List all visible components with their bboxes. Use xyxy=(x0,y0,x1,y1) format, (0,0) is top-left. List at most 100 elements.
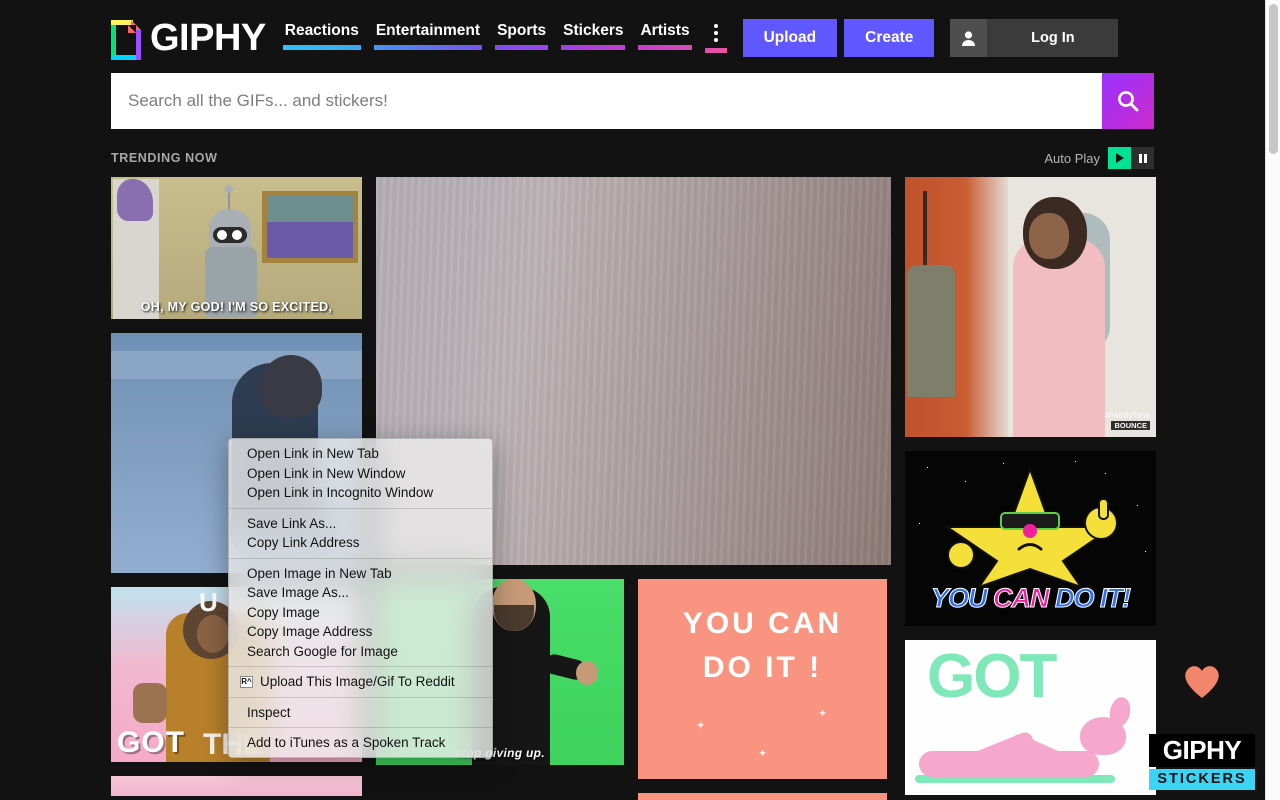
gif-watermark: #FamilyTime BOUNCE xyxy=(1105,411,1150,431)
nav-item-reactions[interactable]: Reactions xyxy=(282,22,361,50)
context-menu-item-open-link-new-window[interactable]: Open Link in New Window xyxy=(229,464,492,484)
menu-separator xyxy=(229,727,492,728)
star-text-can: CAN xyxy=(993,583,1050,614)
giphy-logo[interactable]: GIPHY xyxy=(111,16,266,60)
menu-item-label: Add to iTunes as a Spoken Track xyxy=(247,735,446,750)
menu-item-label: Save Link As... xyxy=(247,515,337,531)
sticker-sidebar: GIPHY STICKERS xyxy=(1147,660,1257,790)
nav-item-entertainment[interactable]: Entertainment xyxy=(373,22,483,50)
autoplay-buttons xyxy=(1108,147,1154,169)
context-menu-item-open-link-incognito[interactable]: Open Link in Incognito Window xyxy=(229,483,492,503)
login-button[interactable]: Log In xyxy=(987,19,1119,57)
nav-underline xyxy=(704,48,727,53)
nav-label: Entertainment xyxy=(375,22,481,39)
nav-underline xyxy=(282,44,361,50)
trending-title: TRENDING NOW xyxy=(111,151,218,165)
autoplay-pause-button[interactable] xyxy=(1131,147,1154,169)
star-text-doit: DO IT! xyxy=(1048,583,1132,614)
autoplay-play-button[interactable] xyxy=(1108,147,1131,169)
nav-underline xyxy=(638,44,692,50)
giphy-logo-icon xyxy=(111,16,141,60)
context-menu-item-save-image-as[interactable]: Save Image As... xyxy=(229,583,492,603)
context-menu-item-inspect[interactable]: Inspect xyxy=(229,703,492,723)
menu-separator xyxy=(229,507,492,509)
page-scrollbar[interactable] xyxy=(1265,0,1280,800)
menu-item-label: Open Link in New Window xyxy=(247,465,406,481)
nav-label: Stickers xyxy=(563,22,624,39)
menu-item-label: Open Link in Incognito Window xyxy=(247,485,434,500)
gif-tile-star-you-can-do-it[interactable]: YOU CAN DO IT! xyxy=(905,451,1156,626)
menu-item-label: Open Link in New Tab xyxy=(247,446,379,461)
badge-stickers-label: STICKERS xyxy=(1149,768,1255,790)
trending-bar: TRENDING NOW Auto Play xyxy=(111,129,1154,175)
nav-underline xyxy=(373,44,483,50)
tile-text-line2: DO IT ! xyxy=(702,651,823,684)
context-menu-item-search-google-for-image[interactable]: Search Google for Image xyxy=(229,642,492,662)
watermark-network: BOUNCE xyxy=(1111,421,1150,431)
create-button[interactable]: Create xyxy=(844,19,935,57)
context-menu[interactable]: Open Link in New Tab Open Link in New Wi… xyxy=(228,438,493,758)
context-menu-item-open-link-new-tab[interactable]: Open Link in New Tab xyxy=(229,444,492,464)
page-content: GIPHY Reactions Entertainment Sports Sti… xyxy=(0,0,1265,800)
nav-label: Sports xyxy=(497,22,547,39)
pause-icon xyxy=(1138,153,1142,163)
giphy-page: GIPHY Reactions Entertainment Sports Sti… xyxy=(0,0,1280,800)
site-header: GIPHY Reactions Entertainment Sports Sti… xyxy=(111,0,1154,72)
nav-item-stickers[interactable]: Stickers xyxy=(561,22,626,50)
tile-text-star: YOU CAN DO IT! xyxy=(905,583,1156,614)
context-menu-item-copy-image-address[interactable]: Copy Image Address xyxy=(229,622,492,642)
grid-column-3: #FamilyTime BOUNCE YOU CAN DO IT! GOT xyxy=(905,177,1156,800)
scrollbar-thumb[interactable] xyxy=(1269,4,1278,154)
tile-text-got: GOT xyxy=(927,642,1057,711)
autoplay-label: Auto Play xyxy=(1044,150,1100,166)
search-button[interactable] xyxy=(1102,73,1154,129)
menu-item-label: Inspect xyxy=(247,704,291,720)
reddit-icon: R^ xyxy=(240,675,253,688)
menu-item-label: Copy Image Address xyxy=(247,624,373,639)
gif-tile-family-time[interactable]: #FamilyTime BOUNCE xyxy=(905,177,1156,437)
badge-giphy-label: GIPHY xyxy=(1149,734,1255,767)
gif-tile-futurama[interactable]: OH, MY GOD! I'M SO EXCITED, xyxy=(111,177,362,319)
context-menu-item-copy-image[interactable]: Copy Image xyxy=(229,603,492,623)
context-menu-item-open-image-new-tab[interactable]: Open Image in New Tab xyxy=(229,564,492,584)
menu-item-label: Copy Image xyxy=(247,604,320,620)
gif-tile-pink-panther-got[interactable]: GOT xyxy=(905,640,1156,795)
login-group[interactable]: Log In xyxy=(950,19,1119,57)
search-input[interactable] xyxy=(111,73,1102,129)
nav-item-artists[interactable]: Artists xyxy=(638,22,692,50)
gif-tile-partial-pink[interactable] xyxy=(111,776,362,796)
upload-button[interactable]: Upload xyxy=(742,19,838,57)
header-actions: Upload Create Log In xyxy=(742,19,1119,57)
play-icon xyxy=(1116,153,1124,163)
nav-underline xyxy=(495,44,549,50)
heart-icon[interactable] xyxy=(1180,660,1224,700)
autoplay-control: Auto Play xyxy=(1044,147,1154,169)
brand-wordmark: GIPHY xyxy=(150,17,266,59)
nav-underline xyxy=(561,44,626,50)
nav-more-button[interactable] xyxy=(704,23,727,53)
gif-tile-salmon-you-can-do-it[interactable]: YOU CAN DO IT ! ✦ ✦ ✦ xyxy=(638,579,887,779)
menu-item-label: Copy Link Address xyxy=(247,535,360,550)
tile-text-line1: YOU CAN xyxy=(682,607,843,640)
menu-separator xyxy=(229,696,492,698)
giphy-stickers-badge[interactable]: GIPHY STICKERS xyxy=(1149,734,1255,790)
nav-label: Artists xyxy=(640,22,690,39)
watermark-hashtag: #FamilyTime xyxy=(1104,411,1150,420)
context-menu-item-upload-to-reddit[interactable]: R^ Upload This Image/Gif To Reddit xyxy=(229,672,492,692)
context-menu-item-save-link-as[interactable]: Save Link As... xyxy=(229,514,492,534)
user-avatar-icon[interactable] xyxy=(950,19,988,57)
tile-text-got: GOT xyxy=(117,726,185,759)
gif-tile-partial-salmon[interactable] xyxy=(638,793,887,800)
more-vertical-icon xyxy=(713,23,718,42)
context-menu-item-add-to-itunes[interactable]: Add to iTunes as a Spoken Track xyxy=(229,733,492,753)
nav-item-sports[interactable]: Sports xyxy=(495,22,549,50)
menu-separator xyxy=(229,666,492,667)
star-text-you: YOU xyxy=(930,583,993,614)
context-menu-item-copy-link-address[interactable]: Copy Link Address xyxy=(229,533,492,553)
search-bar xyxy=(111,73,1154,129)
gif-caption: OH, MY GOD! I'M SO EXCITED, xyxy=(140,300,333,314)
nav-label: Reactions xyxy=(284,22,359,39)
menu-separator xyxy=(229,557,492,559)
menu-item-label: Search Google for Image xyxy=(247,643,398,659)
tile-text-u: U xyxy=(199,587,218,617)
